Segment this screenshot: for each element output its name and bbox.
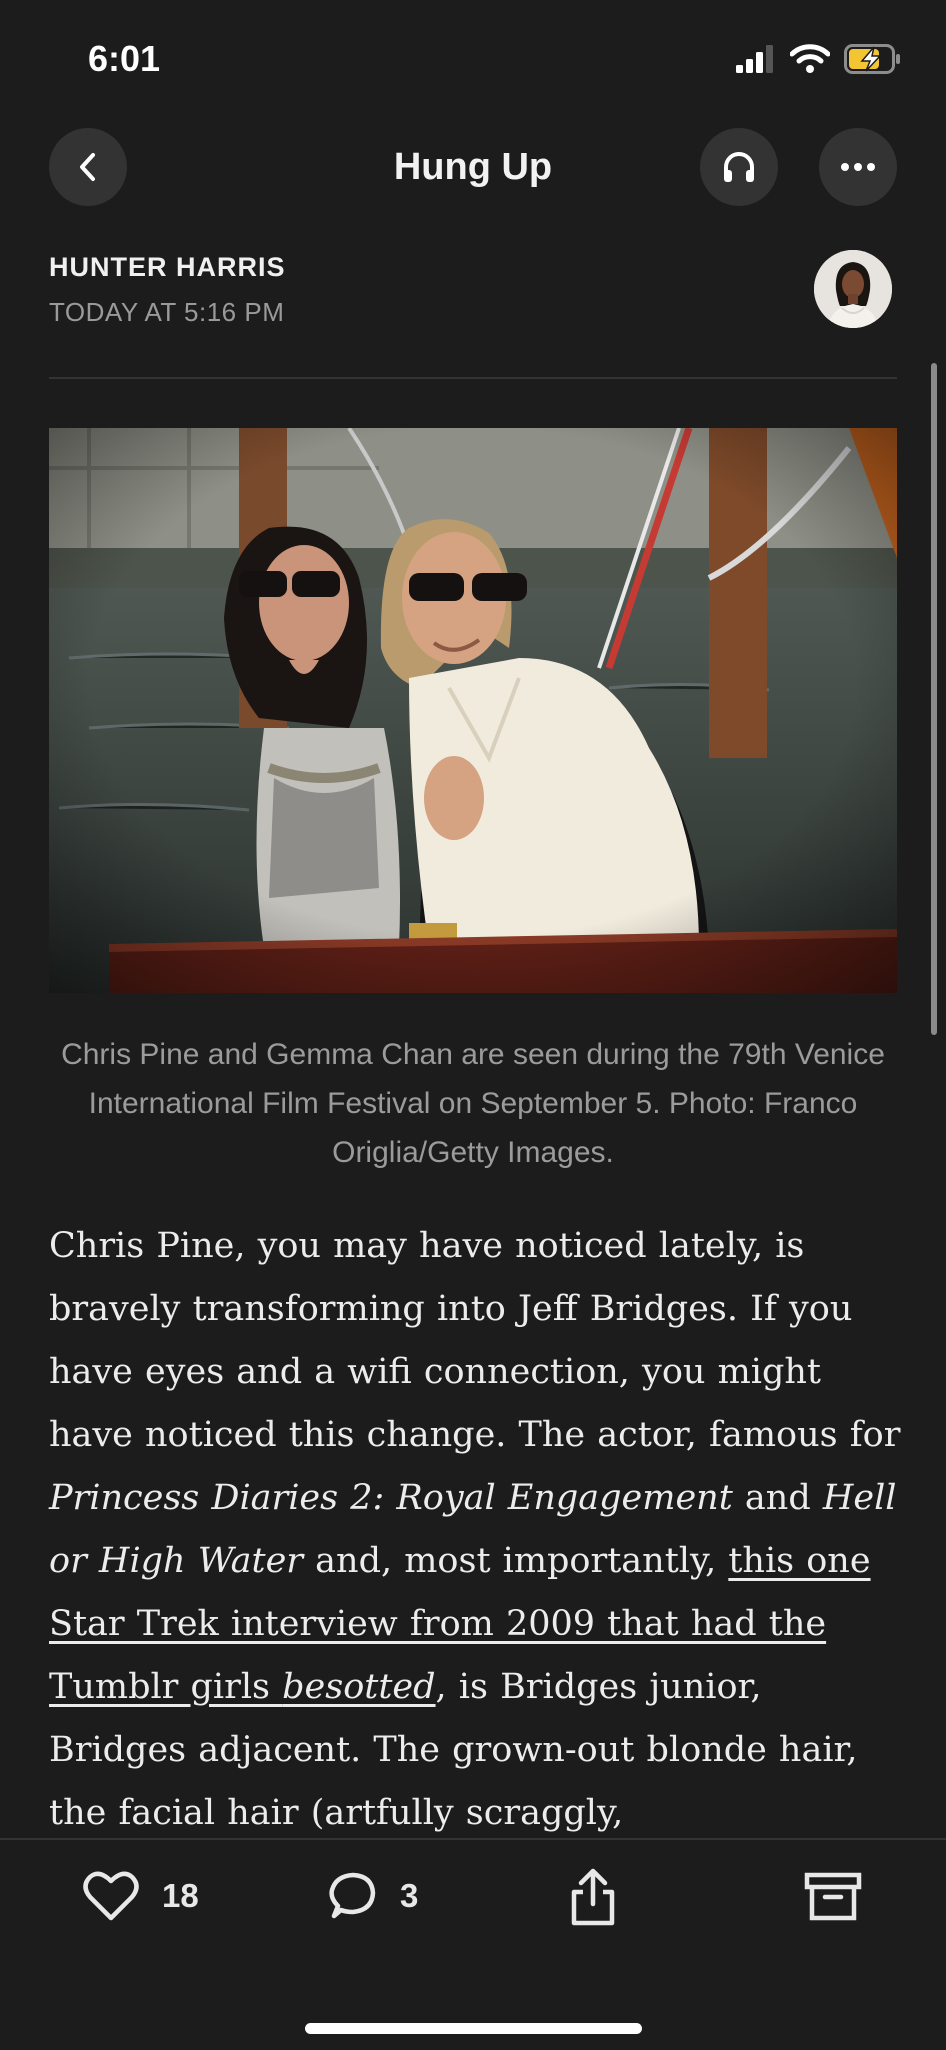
comment-count: 3 [400, 1877, 419, 1914]
body-text-2: and [732, 1478, 823, 1518]
bottom-toolbar: 18 3 [0, 1838, 946, 2050]
comment-button[interactable]: 3 [326, 1870, 418, 1922]
home-indicator[interactable] [305, 2023, 642, 2034]
author-name[interactable]: HUNTER HARRIS [49, 252, 286, 283]
body-emphasis-1: Princess Diaries 2: Royal Engagement [49, 1478, 733, 1518]
header-divider [49, 377, 897, 379]
body-text-1: Chris Pine, you may have noticed lately,… [49, 1226, 901, 1455]
like-button[interactable]: 18 [82, 1870, 199, 1922]
body-text-3: and, most importantly, [303, 1541, 729, 1581]
scrollbar[interactable] [931, 363, 937, 1035]
share-icon [571, 1868, 615, 1926]
status-icons [736, 44, 902, 74]
cellular-signal-icon [736, 45, 773, 73]
ellipsis-icon [841, 163, 875, 171]
like-count: 18 [162, 1877, 199, 1914]
archive-icon [804, 1872, 862, 1921]
article-photo[interactable] [49, 428, 897, 993]
more-options-button[interactable] [819, 128, 897, 206]
comment-bubble-icon [329, 1872, 376, 1919]
battery-charging-icon [844, 44, 900, 74]
heart-icon [83, 1871, 139, 1921]
wifi-icon [790, 44, 830, 73]
publication-title: Hung Up [393, 146, 553, 188]
publish-date: TODAY AT 5:16 PM [49, 297, 285, 327]
article-body: Chris Pine, you may have noticed lately,… [49, 1215, 909, 1845]
link-emphasis: besotted [282, 1667, 436, 1707]
photo-caption: Chris Pine and Gemma Chan are seen durin… [61, 1038, 885, 1169]
archive-button[interactable] [804, 1872, 862, 1922]
headphones-icon [724, 152, 754, 182]
status-time: 6:01 [88, 38, 161, 79]
author-avatar[interactable] [814, 250, 892, 328]
share-button[interactable] [568, 1868, 618, 1926]
nav-bar: Hung Up [0, 128, 946, 208]
listen-button[interactable] [700, 128, 778, 206]
status-bar: 6:01 [0, 0, 946, 120]
